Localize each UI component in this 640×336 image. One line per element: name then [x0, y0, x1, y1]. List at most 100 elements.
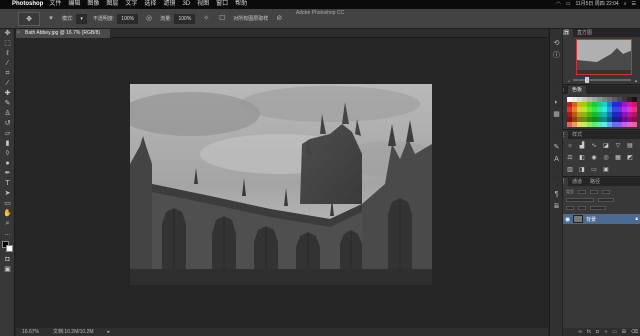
quick-mask-icon[interactable]: ◘	[0, 255, 15, 265]
character-panel-icon[interactable]: A	[550, 153, 563, 165]
clone-stamp-tool-icon[interactable]: ♙	[0, 109, 15, 119]
document-tab[interactable]: × Bath Abbey.jpg @ 16.7% (RGB/8)	[16, 29, 111, 38]
quick-select-tool-icon[interactable]: ⁄	[0, 59, 15, 69]
pressure-size-icon[interactable]: ⊘	[274, 14, 284, 24]
wifi-icon[interactable]: ◠	[556, 0, 560, 9]
healing-brush-tool-icon[interactable]: ✚	[0, 89, 15, 99]
marquee-tool-icon[interactable]: ⬚	[0, 39, 15, 49]
brush-panel-icon[interactable]: ✎	[550, 141, 563, 153]
zoom-tool-icon[interactable]: ⌕	[0, 219, 15, 229]
list-icon[interactable]: ☰	[632, 0, 636, 9]
new-group-icon[interactable]: ▭	[612, 328, 617, 336]
curves-icon[interactable]: ∿	[590, 142, 598, 150]
menu-item-type[interactable]: 文字	[125, 0, 137, 9]
pen-tool-icon[interactable]: ✒	[0, 169, 15, 179]
balance-icon[interactable]: ⚖	[566, 154, 574, 162]
levels-icon[interactable]: ▟	[578, 142, 586, 150]
status-arrow-icon[interactable]: ▸	[108, 328, 111, 336]
posterize-icon[interactable]: ▥	[566, 166, 574, 174]
opacity-field[interactable]: 100%	[117, 13, 139, 24]
lock-pixels-icon[interactable]	[566, 206, 574, 210]
layer-style-icon[interactable]: fx	[587, 328, 591, 336]
screen-mode-icon[interactable]: ▣	[0, 265, 15, 275]
layer-kind-label[interactable]: 类型	[566, 189, 574, 195]
new-adjustment-icon[interactable]: ◑	[604, 328, 607, 336]
pressure-opacity-icon[interactable]: ◎	[144, 14, 154, 24]
menubar-clock[interactable]: 11月5日 周四 22:04	[575, 0, 618, 9]
layer-filter-type[interactable]	[602, 190, 610, 194]
dodge-tool-icon[interactable]: ●	[0, 159, 15, 169]
layer-row-background[interactable]: ◉ 背景 🔒︎	[563, 214, 640, 224]
lookup-icon[interactable]: ▦	[614, 154, 622, 162]
canvas-area[interactable]	[16, 38, 548, 328]
lasso-tool-icon[interactable]: ℓ	[0, 49, 15, 59]
zoom-slider[interactable]	[573, 77, 632, 83]
search-icon[interactable]: ⌕	[624, 0, 627, 9]
properties-panel-icon[interactable]: ≣	[550, 200, 563, 212]
zoom-out-icon[interactable]: ▵	[568, 78, 570, 83]
move-tool-icon[interactable]: ✥	[0, 29, 15, 39]
lock-position-icon[interactable]	[578, 206, 586, 210]
blend-mode-dropdown[interactable]	[566, 198, 594, 202]
checkbox-icon[interactable]: ☐	[217, 14, 227, 24]
gradient-map-icon[interactable]: ▭	[590, 166, 598, 174]
new-layer-icon[interactable]: ⊞	[622, 328, 626, 336]
vibrance-icon[interactable]: ▽	[614, 142, 622, 150]
blur-tool-icon[interactable]: ◊	[0, 149, 15, 159]
menu-item-layer[interactable]: 图层	[106, 0, 118, 9]
swatch-grid[interactable]	[567, 97, 637, 127]
document-image[interactable]	[130, 84, 432, 285]
selective-color-icon[interactable]: ▣	[602, 166, 610, 174]
menu-item-edit[interactable]: 编辑	[68, 0, 80, 9]
flow-field[interactable]: 100%	[174, 13, 196, 24]
zoom-slider-knob[interactable]	[584, 77, 589, 83]
layer-opacity-field[interactable]	[598, 198, 614, 202]
more-tools-icon[interactable]: …	[0, 229, 15, 239]
swatch-cell[interactable]	[632, 122, 637, 127]
exposure-icon[interactable]: ◪	[602, 142, 610, 150]
menu-item-help[interactable]: 帮助	[235, 0, 247, 9]
path-selection-tool-icon[interactable]: ➤	[0, 189, 15, 199]
sample-all-layers-label[interactable]: 对所有图层取样	[233, 15, 268, 22]
layer-filter-pixel[interactable]	[578, 190, 586, 194]
tab-channels[interactable]: 通道	[568, 178, 586, 186]
tab-histogram[interactable]: 直方图	[573, 29, 596, 37]
navigator-thumbnail[interactable]	[576, 39, 632, 75]
channel-mixer-icon[interactable]: ◎	[602, 154, 610, 162]
invert-icon[interactable]: ◩	[626, 154, 634, 162]
history-panel-icon[interactable]: ⟲	[550, 37, 563, 49]
layer-fill-field[interactable]	[590, 206, 606, 210]
airbrush-icon[interactable]: ✧	[201, 14, 211, 24]
lock-icon[interactable]: 🔒︎	[635, 216, 638, 222]
info-panel-icon[interactable]: ⓘ	[550, 49, 563, 61]
menu-item-3d[interactable]: 3D	[182, 0, 190, 9]
type-tool-icon[interactable]: T	[0, 179, 15, 189]
hand-tool-icon[interactable]: ✋	[0, 209, 15, 219]
tab-styles[interactable]: 样式	[568, 131, 586, 139]
eraser-tool-icon[interactable]: ▱	[0, 129, 15, 139]
layer-filter-adjust[interactable]	[590, 190, 598, 194]
gradient-tool-icon[interactable]: ▮	[0, 139, 15, 149]
photo-filter-icon[interactable]: ◉	[590, 154, 598, 162]
link-layers-icon[interactable]: ∞	[578, 328, 582, 336]
zoom-level[interactable]: 16.67%	[22, 328, 39, 336]
tool-preset-picker[interactable]: ✥	[18, 11, 40, 26]
tab-paths[interactable]: 路径	[586, 178, 604, 186]
history-brush-tool-icon[interactable]: ↺	[0, 119, 15, 129]
menu-item-image[interactable]: 图像	[87, 0, 99, 9]
menu-item-file[interactable]: 文件	[49, 0, 61, 9]
tab-swatches[interactable]: 色板	[568, 86, 587, 94]
mode-dropdown[interactable]: ▾	[76, 13, 87, 24]
paragraph-panel-icon[interactable]: ¶	[550, 188, 563, 200]
hue-icon[interactable]: ▤	[626, 142, 634, 150]
crop-tool-icon[interactable]: ⌗	[0, 69, 15, 79]
add-mask-icon[interactable]: ◘	[596, 328, 599, 336]
menu-app-name[interactable]: Photoshop	[12, 0, 43, 9]
brightness-icon[interactable]: ☼	[566, 142, 574, 150]
close-tab-icon[interactable]: ×	[17, 29, 20, 38]
brush-tool-icon[interactable]: ✎	[0, 99, 15, 109]
shape-tool-icon[interactable]: ▭	[0, 199, 15, 209]
zoom-in-icon[interactable]: ▲	[634, 78, 638, 83]
menu-item-view[interactable]: 视图	[197, 0, 209, 9]
threshold-icon[interactable]: ◨	[578, 166, 586, 174]
